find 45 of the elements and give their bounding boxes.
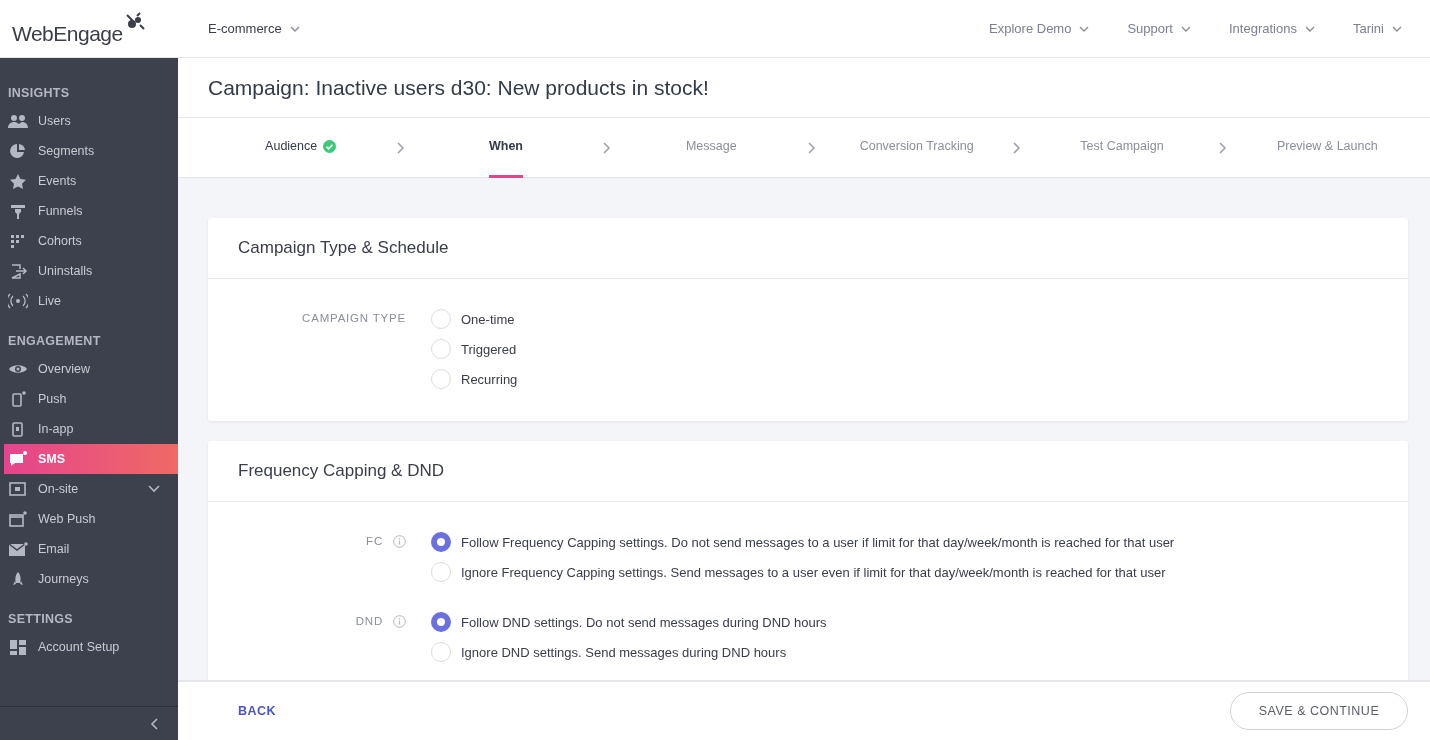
sidebar-item[interactable]: Cohorts bbox=[0, 226, 178, 256]
sidebar-item[interactable]: Funnels bbox=[0, 196, 178, 226]
logo-text: WebEngage bbox=[12, 21, 123, 46]
option-label: Recurring bbox=[461, 371, 518, 387]
sidebar-item[interactable]: Segments bbox=[0, 136, 178, 166]
sidebar-item[interactable]: Events bbox=[0, 166, 178, 196]
step-tab[interactable]: Audience bbox=[265, 117, 337, 178]
step-tab[interactable]: Message bbox=[685, 117, 737, 178]
save-continue-button[interactable]: SAVE & CONTINUE bbox=[1230, 692, 1408, 730]
sidebar-item[interactable]: Users bbox=[0, 106, 178, 136]
sidebar-item[interactable]: Journeys bbox=[0, 564, 178, 594]
step-tab[interactable]: Test Campaign bbox=[1080, 117, 1164, 178]
sidebar-item[interactable]: SMS bbox=[4, 444, 178, 474]
sidebar-item[interactable]: Push bbox=[0, 384, 178, 414]
sidebar-item[interactable]: Web Push bbox=[0, 504, 178, 534]
option-label: Ignore Frequency Capping settings. Send messages to a user even if limit for that day/week/month is reached for that user bbox=[461, 564, 1166, 580]
card-title: Frequency Capping & DND bbox=[208, 441, 1408, 502]
option-label: Triggered bbox=[461, 341, 517, 357]
field-label: FC bbox=[366, 535, 383, 549]
sidebar-item[interactable]: Overview bbox=[0, 354, 178, 384]
sidebar-item[interactable]: Live bbox=[0, 286, 178, 316]
option-label: Follow DND settings. Do not send messages during DND hours bbox=[461, 614, 827, 630]
menu-link[interactable]: Explore Demo bbox=[989, 21, 1090, 36]
option-label: Follow Frequency Capping settings. Do not send messages to a user if limit for that day/week/month is reached for that user bbox=[461, 534, 1175, 550]
project-dropdown[interactable]: E-commerce bbox=[208, 21, 300, 36]
back-link[interactable]: BACK bbox=[238, 704, 277, 718]
field-label: DND bbox=[355, 615, 383, 629]
sidebar-item[interactable]: In-app bbox=[0, 414, 178, 444]
menu-link[interactable]: Support bbox=[1127, 21, 1191, 36]
step-tab[interactable]: Conversion Tracking bbox=[859, 117, 974, 178]
section-heading: INSIGHTS bbox=[7, 86, 71, 100]
option-label: One-time bbox=[461, 311, 515, 327]
sidebar-item[interactable]: On-site bbox=[0, 474, 178, 504]
option-label: Ignore DND settings. Send messages during DND hours bbox=[461, 644, 787, 660]
section-heading: ENGAGEMENT bbox=[7, 334, 102, 348]
sidebar-item[interactable]: Email bbox=[0, 534, 178, 564]
page-title: Campaign: Inactive users d30: New products in stock! bbox=[178, 58, 1430, 118]
menu-link[interactable]: Tarini bbox=[1352, 21, 1402, 36]
menu-link[interactable]: Integrations bbox=[1229, 21, 1315, 36]
card-title: Campaign Type & Schedule bbox=[208, 218, 1408, 279]
step-tab[interactable]: Preview & Launch bbox=[1276, 117, 1378, 178]
field-label: CAMPAIGN TYPE bbox=[302, 312, 406, 326]
sidebar-item[interactable]: Uninstalls bbox=[0, 256, 178, 286]
sidebar-item[interactable]: Account Setup bbox=[0, 632, 178, 662]
section-heading: SETTINGS bbox=[7, 612, 74, 626]
